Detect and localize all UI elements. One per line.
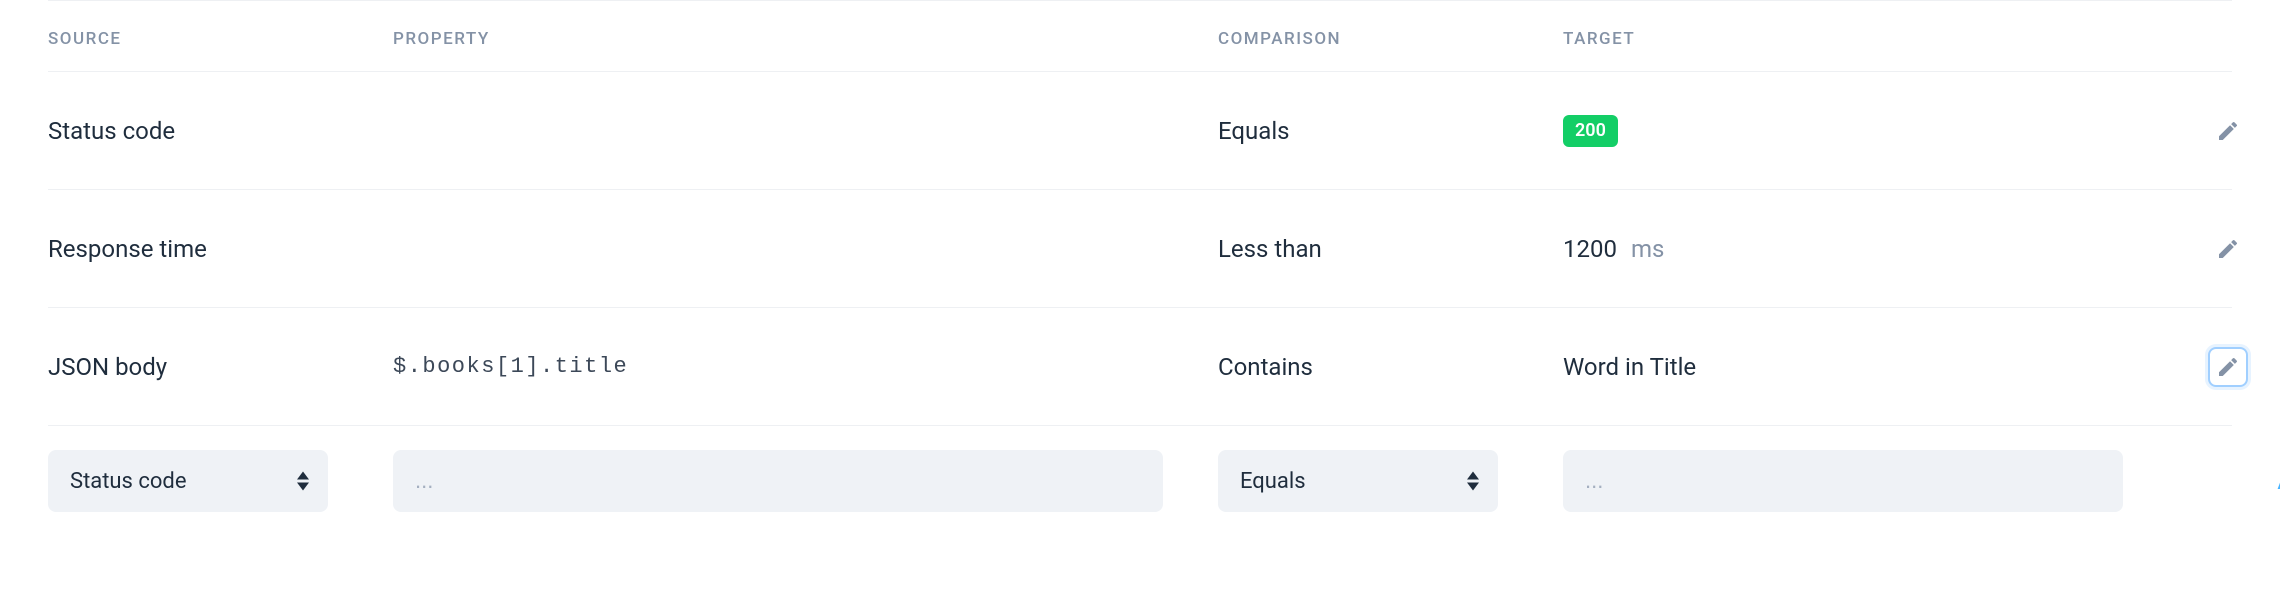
row-actions <box>2163 347 2280 387</box>
table-row: Status code Equals 200 <box>48 72 2232 190</box>
cell-property: $.books[1].title <box>393 354 1218 379</box>
edit-button[interactable] <box>2208 229 2248 269</box>
target-input[interactable] <box>1563 450 2123 512</box>
header-source: SOURCE <box>48 29 393 49</box>
new-assertion-form: Status code Equals Add <box>48 426 2232 520</box>
cell-source: Response time <box>48 235 393 263</box>
add-button[interactable]: Add <box>2163 467 2280 495</box>
cell-comparison: Equals <box>1218 117 1563 145</box>
header-property: PROPERTY <box>393 29 1218 49</box>
row-actions <box>2163 229 2280 269</box>
status-badge: 200 <box>1563 115 1618 147</box>
table-row: JSON body $.books[1].title Contains Word… <box>48 308 2232 426</box>
cell-comparison: Contains <box>1218 353 1563 381</box>
target-value: Word in Title <box>1563 353 1696 381</box>
edit-button[interactable] <box>2208 347 2248 387</box>
property-input[interactable] <box>393 450 1163 512</box>
table-row: Response time Less than 1200 ms <box>48 190 2232 308</box>
comparison-select-value: Equals <box>1240 469 1306 494</box>
updown-icon <box>296 472 310 491</box>
cell-source: JSON body <box>48 353 393 381</box>
row-actions <box>2163 111 2280 151</box>
target-unit: ms <box>1631 235 1664 263</box>
pencil-icon <box>2216 355 2240 379</box>
pencil-icon <box>2216 119 2240 143</box>
table-header-row: SOURCE PROPERTY COMPARISON TARGET <box>48 0 2232 72</box>
target-value: 1200 <box>1563 235 1617 263</box>
source-select[interactable]: Status code <box>48 450 328 512</box>
cell-source: Status code <box>48 117 393 145</box>
header-target: TARGET <box>1563 29 2163 49</box>
edit-button[interactable] <box>2208 111 2248 151</box>
header-comparison: COMPARISON <box>1218 29 1563 49</box>
updown-icon <box>1466 472 1480 491</box>
comparison-select[interactable]: Equals <box>1218 450 1498 512</box>
cell-target: Word in Title <box>1563 353 2163 381</box>
source-select-value: Status code <box>70 469 187 494</box>
cell-target: 1200 ms <box>1563 235 2163 263</box>
cell-target: 200 <box>1563 115 2163 147</box>
assertions-table: SOURCE PROPERTY COMPARISON TARGET Status… <box>0 0 2280 520</box>
cell-comparison: Less than <box>1218 235 1563 263</box>
pencil-icon <box>2216 237 2240 261</box>
